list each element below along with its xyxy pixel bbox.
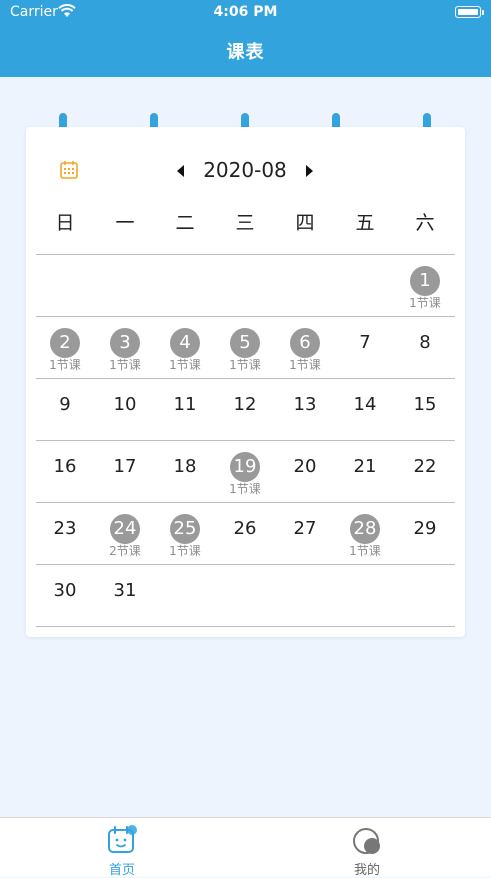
lesson-count: 1节课 xyxy=(169,358,201,372)
day-number: 31 xyxy=(113,580,137,601)
calendar-day[interactable]: 18 xyxy=(155,440,215,502)
day-number: 7 xyxy=(359,332,371,353)
day-number: 5 xyxy=(230,328,260,358)
weekday-header: 五 xyxy=(355,212,375,234)
day-number: 21 xyxy=(353,456,377,477)
tab-bar: 首页 我的 xyxy=(0,817,491,878)
calendar-day[interactable]: 21 xyxy=(335,440,395,502)
battery-icon xyxy=(455,6,484,18)
calendar-day[interactable]: 8 xyxy=(395,316,455,378)
calendar-day[interactable]: 28 1节课 xyxy=(335,502,395,564)
calendar-day[interactable]: 3 1节课 xyxy=(95,316,155,378)
previous-month-button[interactable] xyxy=(174,163,186,179)
day-number: 2 xyxy=(50,328,80,358)
calendar-day[interactable]: 10 xyxy=(95,378,155,440)
day-number: 17 xyxy=(113,456,137,477)
day-number: 3 xyxy=(110,328,140,358)
next-month-button[interactable] xyxy=(304,163,316,179)
lesson-count: 2节课 xyxy=(109,544,141,558)
lesson-count: 1节课 xyxy=(109,358,141,372)
day-number: 22 xyxy=(413,456,437,477)
calendar-day[interactable]: 12 xyxy=(215,378,275,440)
lesson-count: 1节课 xyxy=(49,358,81,372)
lesson-count: 1节课 xyxy=(409,296,441,310)
day-number: 15 xyxy=(413,394,437,415)
lesson-count: 1节课 xyxy=(169,544,201,558)
calendar-day[interactable]: 29 xyxy=(395,502,455,564)
day-number: 8 xyxy=(419,332,431,353)
calendar-day[interactable]: 26 xyxy=(215,502,275,564)
weekday-header: 四 xyxy=(295,212,315,234)
day-number: 27 xyxy=(293,518,317,539)
calendar-day[interactable]: 7 xyxy=(335,316,395,378)
day-number: 9 xyxy=(59,394,71,415)
day-number: 20 xyxy=(293,456,317,477)
calendar-day[interactable]: 30 xyxy=(35,564,95,626)
day-number: 26 xyxy=(233,518,257,539)
calendar-day[interactable]: 5 1节课 xyxy=(215,316,275,378)
calendar-day[interactable]: 27 xyxy=(275,502,335,564)
day-number: 29 xyxy=(413,518,437,539)
tab-mine[interactable]: 我的 xyxy=(307,818,427,878)
weekday-header: 六 xyxy=(415,212,435,234)
tab-home[interactable]: 首页 xyxy=(62,818,182,878)
day-number: 13 xyxy=(293,394,317,415)
weekday-header: 日 xyxy=(55,212,75,234)
calendar-day[interactable]: 24 2节课 xyxy=(95,502,155,564)
status-bar: Carrier 4:06 PM xyxy=(0,0,491,26)
calendar-day[interactable]: 22 xyxy=(395,440,455,502)
lesson-count: 1节课 xyxy=(349,544,381,558)
day-number: 23 xyxy=(53,518,77,539)
calendar-day[interactable]: 13 xyxy=(275,378,335,440)
lesson-count: 1节课 xyxy=(229,358,261,372)
page-title: 课表 xyxy=(226,42,265,63)
calendar-day[interactable]: 15 xyxy=(395,378,455,440)
schedule-icon xyxy=(108,825,137,853)
calendar-day[interactable]: 25 1节课 xyxy=(155,502,215,564)
day-number: 16 xyxy=(53,456,77,477)
calendar-day[interactable]: 4 1节课 xyxy=(155,316,215,378)
day-number: 4 xyxy=(170,328,200,358)
calendar-day[interactable]: 11 xyxy=(155,378,215,440)
weekday-header: 一 xyxy=(115,212,135,234)
day-number: 14 xyxy=(353,394,377,415)
weekday-header: 二 xyxy=(175,212,195,234)
day-number: 19 xyxy=(230,452,260,482)
calendar-card: 2020-08 日一二三四五六 1 1节课 2 1节课 3 1节课 4 1节课 5 1节课 6 1节课… xyxy=(26,127,465,637)
day-number: 1 xyxy=(410,266,440,296)
day-number: 25 xyxy=(170,514,200,544)
row-divider xyxy=(36,626,455,627)
nav-header: Carrier 4:06 PM 课表 xyxy=(0,0,491,77)
day-number: 12 xyxy=(233,394,257,415)
calendar-day[interactable]: 16 xyxy=(35,440,95,502)
status-time: 4:06 PM xyxy=(213,4,278,20)
calendar-day[interactable]: 23 xyxy=(35,502,95,564)
calendar-day[interactable]: 2 1节课 xyxy=(35,316,95,378)
day-number: 11 xyxy=(173,394,197,415)
calendar-icon[interactable] xyxy=(59,160,79,180)
calendar-day[interactable]: 19 1节课 xyxy=(215,440,275,502)
lesson-count: 1节课 xyxy=(229,482,261,496)
calendar-day[interactable]: 31 xyxy=(95,564,155,626)
weekday-header: 三 xyxy=(235,212,255,234)
day-number: 30 xyxy=(53,580,77,601)
row-divider xyxy=(36,254,455,255)
day-number: 10 xyxy=(113,394,137,415)
calendar-day[interactable]: 6 1节课 xyxy=(275,316,335,378)
day-number: 28 xyxy=(350,514,380,544)
calendar-day[interactable]: 9 xyxy=(35,378,95,440)
calendar-day[interactable]: 20 xyxy=(275,440,335,502)
tab-mine-label: 我的 xyxy=(353,863,380,878)
lesson-count: 1节课 xyxy=(289,358,321,372)
month-label: 2020-08 xyxy=(203,158,287,182)
day-number: 24 xyxy=(110,514,140,544)
day-number: 18 xyxy=(173,456,197,477)
calendar-day[interactable]: 17 xyxy=(95,440,155,502)
day-number: 6 xyxy=(290,328,320,358)
calendar-day[interactable]: 1 1节课 xyxy=(395,254,455,316)
tab-home-label: 首页 xyxy=(108,863,135,878)
profile-icon xyxy=(353,828,380,854)
calendar-day[interactable]: 14 xyxy=(335,378,395,440)
